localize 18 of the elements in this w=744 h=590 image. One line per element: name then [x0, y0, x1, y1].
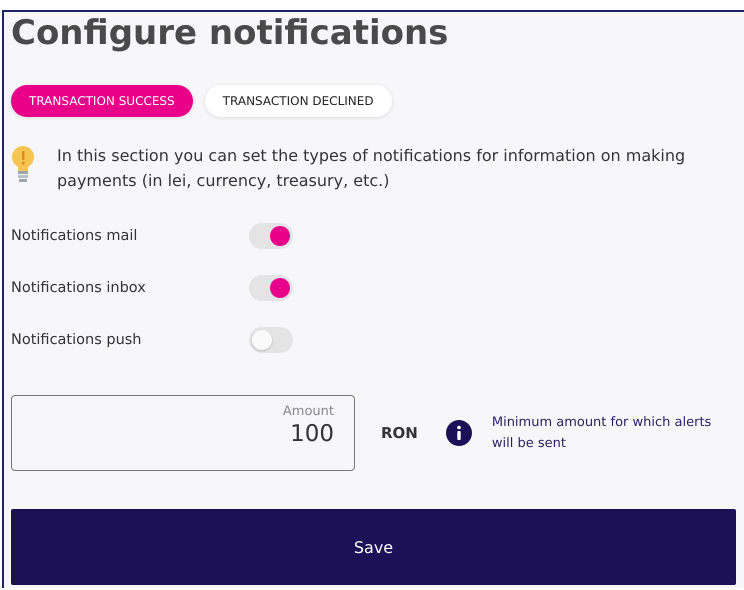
tab[interactable]: TRANSACTION SUCCESS — [11, 85, 193, 117]
amount-field[interactable]: Amount 100 — [11, 395, 355, 471]
lightbulb-icon — [11, 145, 35, 183]
toggle-switch[interactable] — [249, 223, 293, 249]
toggle-label: Notifications inbox — [11, 280, 147, 296]
save-button[interactable]: Save — [11, 509, 736, 585]
currency-label: RON — [381, 424, 418, 442]
toggle-label: Notifications mail — [11, 228, 138, 244]
page-title: Configure notifications — [11, 12, 450, 54]
hint-text: Minimum amount for which alerts will be sent — [492, 414, 712, 453]
toggle-switch[interactable] — [249, 327, 293, 353]
info-text: In this section you can set the types of notifications for information on making payments (in lei, currency, treasury, etc.) — [57, 145, 686, 192]
info-icon — [446, 420, 472, 446]
amount-input[interactable]: 100 — [22, 421, 334, 447]
toggle-switch[interactable] — [249, 275, 293, 301]
toggle-label: Notifications push — [11, 332, 142, 348]
field-label: Amount — [282, 404, 334, 419]
tab[interactable]: TRANSACTION DECLINED — [204, 85, 392, 117]
